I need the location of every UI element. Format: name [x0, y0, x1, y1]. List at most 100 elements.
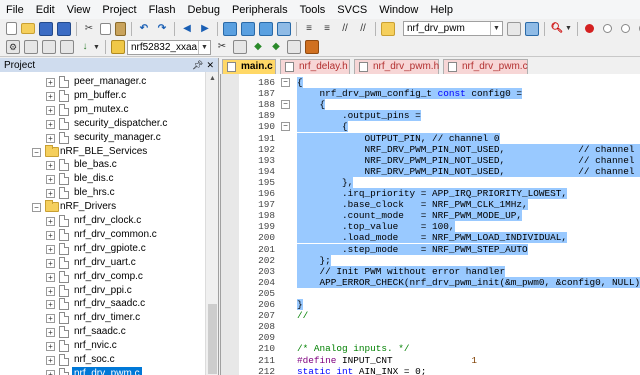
code-line[interactable]: 212 static int AIN_INX = 0; — [239, 366, 640, 375]
project-scrollbar[interactable]: ▲ — [205, 72, 219, 375]
expand-icon[interactable]: + — [46, 161, 55, 171]
code-line[interactable]: 203 // Init PWM without error handler — [239, 265, 640, 277]
tree-folder[interactable]: − nRF_Drivers — [0, 200, 205, 214]
chevron-down-icon[interactable]: ▼ — [93, 44, 100, 51]
code-line[interactable]: 196 .irq_priority = APP_IRQ_PRIORITY_LOW… — [239, 188, 640, 200]
paste-icon[interactable] — [115, 21, 126, 36]
code-line[interactable]: 202 }; — [239, 254, 640, 266]
new-file-icon[interactable] — [6, 22, 17, 35]
menu-tools[interactable]: Tools — [294, 0, 332, 20]
tree-folder[interactable]: − nRF_BLE_Services — [0, 144, 205, 159]
chevron-down-icon[interactable]: ▼ — [197, 40, 210, 54]
copy-icon[interactable] — [100, 22, 111, 35]
code-line[interactable]: 209 — [239, 332, 640, 343]
find-combo[interactable]: nrf_drv_pwm ▼ — [403, 21, 503, 36]
tree-file[interactable]: + pm_buffer.c — [0, 89, 205, 103]
tree-file[interactable]: + nrf_drv_pwm.c — [0, 366, 205, 375]
pack-installer-icon[interactable] — [286, 40, 301, 54]
expand-icon[interactable]: + — [46, 314, 55, 324]
tab-nrf-delay-h[interactable]: nrf_delay.h — [280, 59, 350, 74]
collapse-icon[interactable]: − — [32, 147, 41, 157]
code-line[interactable]: 206} — [239, 299, 640, 311]
expand-icon[interactable]: + — [46, 258, 55, 268]
uncomment-icon[interactable]: // — [356, 22, 370, 36]
tree-file[interactable]: + nrf_drv_uart.c — [0, 256, 205, 270]
code-line[interactable]: 210 /* Analog inputs. */ — [239, 343, 640, 354]
code-line[interactable]: 204 APP_ERROR_CHECK(nrf_drv_pwm_init(&m_… — [239, 276, 640, 288]
code-line[interactable]: 193 NRF_DRV_PWM_PIN_NOT_USED, // channel… — [239, 154, 640, 166]
tree-file[interactable]: + nrf_soc.c — [0, 353, 205, 367]
menu-help[interactable]: Help — [424, 0, 459, 20]
expand-icon[interactable]: + — [46, 133, 55, 143]
target-icon[interactable] — [110, 40, 125, 54]
code-line[interactable]: 187 nrf_drv_pwm_config_t const config0 = — [239, 88, 640, 100]
tree-file[interactable]: + pm_mutex.c — [0, 103, 205, 117]
code-line[interactable]: 188− { — [239, 99, 640, 111]
bookmark-next-icon[interactable] — [259, 21, 273, 36]
tab-nrf-drv-pwm-h[interactable]: nrf_drv_pwm.h — [354, 59, 439, 74]
target-select[interactable]: nrf52832_xxaa ▼ — [126, 39, 211, 55]
scroll-up-icon[interactable]: ▲ — [206, 72, 219, 86]
expand-icon[interactable]: + — [46, 230, 55, 240]
menu-project[interactable]: Project — [96, 0, 142, 20]
expand-icon[interactable]: + — [46, 105, 55, 115]
code-line[interactable]: 186−{ — [239, 77, 640, 89]
code-line[interactable]: 195 }, — [239, 176, 640, 188]
code-line[interactable]: 199 .top_value = 100, — [239, 221, 640, 233]
expand-icon[interactable]: + — [46, 328, 55, 338]
select-packs-icon[interactable]: ◆ — [269, 40, 283, 54]
chevron-down-icon[interactable]: ▼ — [490, 22, 502, 35]
tab-main-c[interactable]: main.c — [222, 59, 276, 74]
expand-icon[interactable]: + — [46, 119, 55, 129]
code-editor[interactable]: 186−{187 nrf_drv_pwm_config_t const conf… — [220, 74, 640, 375]
file-extensions-icon[interactable] — [232, 40, 247, 54]
scrollbar-thumb[interactable] — [208, 304, 217, 374]
expand-icon[interactable]: + — [46, 369, 55, 375]
undo-icon[interactable]: ↶ — [137, 22, 151, 36]
code-line[interactable]: 192 NRF_DRV_PWM_PIN_NOT_USED, // channel… — [239, 143, 640, 155]
breakpoint-icon[interactable] — [583, 22, 597, 36]
tree-file[interactable]: + ble_dis.c — [0, 172, 205, 186]
tree-file[interactable]: + nrf_nvic.c — [0, 339, 205, 353]
manage-run-time-icon[interactable]: ◆ — [251, 40, 265, 54]
tree-file[interactable]: + nrf_drv_saadc.c — [0, 297, 205, 311]
open-folder-icon[interactable] — [21, 23, 35, 34]
unindent-icon[interactable]: ≡ — [320, 22, 334, 36]
code-line[interactable]: 201 .step_mode = NRF_PWM_STEP_AUTO — [239, 243, 640, 255]
tree-file[interactable]: + security_manager.c — [0, 131, 205, 145]
tree-file[interactable]: + nrf_drv_gpiote.c — [0, 242, 205, 256]
code-line[interactable]: 208 — [239, 321, 640, 332]
code-line[interactable]: 200 .load_mode = NRF_PWM_LOAD_INDIVIDUAL… — [239, 232, 640, 244]
expand-icon[interactable]: + — [46, 244, 55, 254]
tree-file[interactable]: + nrf_drv_clock.c — [0, 214, 205, 228]
tab-nrf-drv-pwm-c[interactable]: nrf_drv_pwm.c — [443, 59, 528, 74]
download-icon[interactable]: ↓ — [78, 40, 92, 54]
expand-icon[interactable]: + — [46, 272, 55, 282]
fold-icon[interactable]: − — [281, 122, 290, 132]
bookmark-icon[interactable] — [223, 21, 237, 36]
code-line[interactable]: 191 OUTPUT_PIN, // channel 0 — [239, 132, 640, 144]
menu-flash[interactable]: Flash — [143, 0, 182, 20]
tree-file[interactable]: + ble_hrs.c — [0, 186, 205, 200]
code-line[interactable]: 211 #define INPUT_CNT 1 — [239, 355, 640, 366]
redo-icon[interactable]: ↷ — [155, 22, 169, 36]
tree-file[interactable]: + nrf_drv_comp.c — [0, 270, 205, 284]
target-options-icon[interactable]: ✂ — [215, 40, 229, 54]
navigate-forward-icon[interactable]: ▶ — [198, 22, 212, 36]
collapse-icon[interactable]: − — [32, 203, 41, 213]
expand-icon[interactable]: + — [46, 91, 55, 101]
code-line[interactable]: 197 .base_clock = NRF_PWM_CLK_1MHz, — [239, 199, 640, 211]
menu-peripherals[interactable]: Peripherals — [226, 0, 294, 20]
tree-file[interactable]: + nrf_drv_ppi.c — [0, 284, 205, 298]
code-line[interactable]: 194 NRF_DRV_PWM_PIN_NOT_USED, // channel… — [239, 165, 640, 177]
code-line[interactable]: 205 — [239, 288, 640, 299]
expand-icon[interactable]: + — [46, 300, 55, 310]
save-icon[interactable] — [39, 21, 53, 36]
expand-icon[interactable]: + — [46, 189, 55, 199]
tree-file[interactable]: + nrf_drv_timer.c — [0, 311, 205, 325]
tree-file[interactable]: + peer_manager.c — [0, 75, 205, 89]
menu-svcs[interactable]: SVCS — [331, 0, 373, 20]
menu-debug[interactable]: Debug — [182, 0, 226, 20]
debug-session-icon[interactable]: 🔍︎ — [550, 22, 564, 36]
find-next-icon[interactable] — [507, 21, 521, 36]
